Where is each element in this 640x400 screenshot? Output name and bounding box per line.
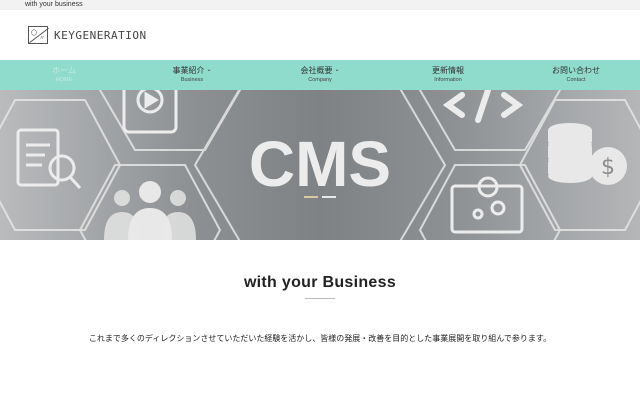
nav-item-sublabel: Information xyxy=(434,77,462,83)
nav-item-label: ホーム xyxy=(52,66,76,75)
nav-item-label: 更新情報 xyxy=(432,66,464,75)
nav-item-sublabel: Company xyxy=(308,77,332,83)
svg-text:$: $ xyxy=(601,155,615,180)
nav-item-sublabel: Contact xyxy=(566,77,586,83)
top-bar: with your business xyxy=(0,0,640,10)
nav-item-home[interactable]: ホーム HOME xyxy=(0,60,128,90)
gear-monitor-icon xyxy=(450,176,524,234)
main-nav: ホーム HOME 事業紹介 ⌄ Business 会社概要 ⌄ Company 更新… xyxy=(0,60,640,90)
nav-item-label: お問い合わせ xyxy=(552,66,600,75)
site-logo[interactable]: 〇 〃 KEYGENERATION xyxy=(28,26,147,44)
logo-text: KEYGENERATION xyxy=(54,28,147,42)
section-title: with your Business xyxy=(243,274,397,291)
nav-item-label: 事業紹介 xyxy=(172,66,205,75)
nav-item-sublabel: HOME xyxy=(55,77,73,83)
title-underline xyxy=(305,298,335,299)
nav-item-company[interactable]: 会社概要 ⌄ Company xyxy=(256,60,384,90)
site-header: 〇 〃 KEYGENERATION xyxy=(0,10,640,60)
video-phone-icon xyxy=(122,90,178,134)
chevron-down-icon: ⌄ xyxy=(206,67,212,73)
tagline: with your business xyxy=(25,1,83,8)
section-description: これまで多くのディレクションさせていただいた経験を活かし、皆様の発展・改善を目的… xyxy=(88,334,552,343)
nav-item-contact[interactable]: お問い合わせ Contact xyxy=(512,60,640,90)
coins-dollar-icon: $ xyxy=(548,123,627,185)
code-icon xyxy=(442,90,524,123)
chevron-down-icon: ⌄ xyxy=(334,67,340,73)
nav-item-business[interactable]: 事業紹介 ⌄ Business xyxy=(128,60,256,90)
hero-banner: $ CMS xyxy=(0,90,640,240)
people-icon xyxy=(104,181,196,240)
slider-dot[interactable] xyxy=(322,196,336,198)
nav-item-information[interactable]: 更新情報 Information xyxy=(384,60,512,90)
nav-item-sublabel: Business xyxy=(180,77,204,83)
intro-section: with your Business これまで多くのディレクションさせていただい… xyxy=(0,274,640,344)
hero-illustration: $ xyxy=(0,90,640,240)
nav-item-label: 会社概要 xyxy=(300,66,333,75)
slider-dot-active[interactable] xyxy=(304,196,318,198)
document-search-icon xyxy=(16,128,82,190)
logo-mark-icon: 〇 〃 xyxy=(28,26,49,44)
slider-indicator[interactable] xyxy=(304,196,336,198)
